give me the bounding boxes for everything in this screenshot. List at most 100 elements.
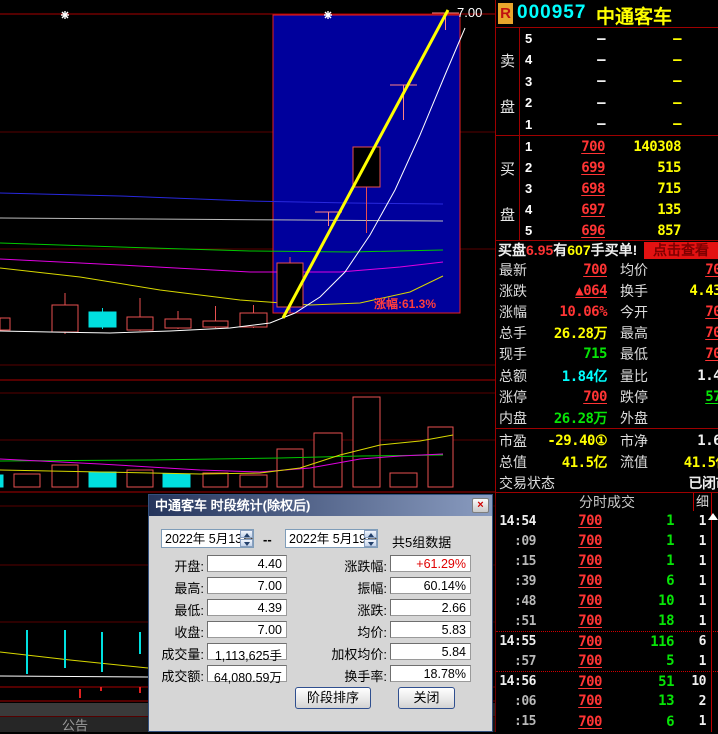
tape-price: 700 [536, 613, 602, 629]
sell-level-row[interactable]: 2–– [521, 92, 718, 113]
notice-count: 607 [567, 242, 590, 258]
stat-row: 最新700均价700 [496, 259, 718, 280]
sell-volume: – [605, 31, 681, 47]
tape-row[interactable]: :06700132 [496, 691, 718, 711]
stat-row: 现手715最低700 [496, 344, 718, 365]
tape-row[interactable]: :0970011 [496, 531, 718, 551]
stage-sort-button[interactable]: 阶段排序 [295, 687, 371, 709]
stat-label: 市盈 [496, 431, 543, 451]
field-label: 涨跌: [289, 600, 387, 619]
buy-level-row[interactable]: 4697135 [521, 199, 718, 220]
tape-row[interactable]: :5770051 [496, 651, 718, 671]
field-label: 成交量: [149, 644, 204, 663]
tape-count: 10 [674, 674, 706, 689]
field-value-box: 5.83 [390, 621, 471, 638]
close-icon[interactable]: × [472, 498, 489, 513]
tape-row[interactable]: 14:567005110 [496, 671, 718, 691]
field-value-box: 60.14% [390, 577, 471, 594]
tape-price: 700 [536, 634, 602, 650]
sell-price: – [539, 116, 605, 132]
field-value-box: 5.84 [390, 643, 471, 660]
tape-row[interactable]: :3970061 [496, 571, 718, 591]
sell-level-row[interactable]: 5–– [521, 28, 718, 49]
stat-value: 10.06% [543, 304, 607, 320]
quote-stats-grid: 最新700均价700涨跌▲064换手4.43%涨幅10.06%今开700总手26… [496, 259, 718, 492]
field-label: 最低: [149, 600, 204, 619]
notice-price: 6.95 [526, 242, 553, 258]
stock-code: 000957 [517, 2, 586, 24]
spinner-up-icon[interactable] [364, 530, 377, 538]
field-label: 成交额: [149, 666, 204, 685]
sell-level-row[interactable]: 3–– [521, 71, 718, 92]
close-button[interactable]: 关闭 [398, 687, 455, 709]
buy-volume: 857 [605, 223, 681, 239]
gain-percent-label: 涨幅:61.3% [374, 295, 436, 312]
tape-time: :57 [496, 654, 536, 669]
stat-label: 内盘 [496, 408, 543, 428]
buy-volume: 715 [605, 181, 681, 197]
tape-time: :09 [496, 534, 536, 549]
field-label: 均价: [289, 622, 387, 641]
tape-volume: 5 [602, 653, 674, 669]
tape-row[interactable]: 14:5470011 [496, 511, 718, 531]
tape-time: 14:54 [496, 514, 536, 529]
stat-row: 总手26.28万最高700 [496, 323, 718, 344]
tape-volume: 6 [602, 573, 674, 589]
sell-level-row[interactable]: 4–– [521, 49, 718, 70]
view-details-link[interactable]: 点击查看 [644, 242, 718, 259]
buy-level-row[interactable]: 2699515 [521, 157, 718, 178]
tape-volume: 1 [602, 553, 674, 569]
stat-row: 涨幅10.06%今开700 [496, 301, 718, 322]
stat-label: 均价 [620, 260, 672, 280]
level-number: 4 [521, 52, 539, 67]
time-sales-title: 分时成交 [496, 493, 718, 511]
detail-button[interactable]: 细 [693, 493, 712, 511]
tape-row[interactable]: :48700101 [496, 591, 718, 611]
buy-level-row[interactable]: 1700140308 [521, 136, 718, 157]
stat-value: 41.5亿 [543, 452, 607, 472]
date-spinner [364, 530, 377, 547]
stat-label: 市净 [620, 431, 672, 451]
tape-row[interactable]: :1570061 [496, 712, 718, 732]
buy-level-row[interactable]: 5696857 [521, 220, 718, 241]
stat-value: 1.64 [672, 433, 718, 449]
tape-volume: 6 [602, 714, 674, 730]
tape-row[interactable]: 14:557001166 [496, 631, 718, 651]
stat-label: 今开 [620, 302, 672, 322]
stat-value: 已闭市 [672, 473, 718, 493]
buy-level-row[interactable]: 3698715 [521, 178, 718, 199]
date-to-input[interactable]: 2022年 5月19日 [285, 529, 378, 548]
stat-label: 涨停 [496, 387, 543, 407]
level-number: 3 [521, 74, 539, 89]
tape-price: 700 [536, 653, 602, 669]
date-from-input[interactable]: 2022年 5月13日 [161, 529, 254, 548]
tape-time: :51 [496, 614, 536, 629]
sell-level-row[interactable]: 1–– [521, 114, 718, 135]
stat-value: 26.28万 [543, 408, 607, 428]
scrollbar-divider [711, 511, 712, 732]
stock-name: 中通客车 [596, 2, 672, 29]
buy-label-char: 买 [500, 158, 515, 179]
tape-row[interactable]: :1570011 [496, 551, 718, 571]
field-label: 振幅: [289, 578, 387, 597]
quote-panel: R 000957 中通客车 卖 盘 买 盘 5––4––3––2––1–– 17… [495, 0, 718, 732]
buy-label-char: 盘 [500, 204, 515, 225]
sell-label-char: 卖 [500, 50, 515, 71]
spinner-up-icon[interactable] [240, 530, 253, 538]
field-value-box: +61.29% [390, 555, 471, 572]
tab-announcement[interactable]: 公告 [62, 715, 88, 734]
scroll-up-icon[interactable] [708, 513, 718, 520]
level-number: 2 [521, 160, 539, 175]
stat-value: -29.40① [543, 433, 607, 449]
stat-label: 换手 [620, 281, 672, 301]
time-sales-list: 14:5470011:0970011:1570011:3970061:48700… [496, 511, 718, 732]
tape-count: 1 [674, 574, 706, 589]
level-number: 1 [521, 139, 539, 154]
tape-row[interactable]: :51700181 [496, 611, 718, 631]
field-label: 加权均价: [289, 644, 387, 663]
level-number: 1 [521, 117, 539, 132]
spinner-down-icon[interactable] [240, 539, 253, 547]
stat-value: 572 [672, 389, 718, 405]
spinner-down-icon[interactable] [364, 539, 377, 547]
stat-row: 交易状态已闭市 [496, 472, 718, 493]
